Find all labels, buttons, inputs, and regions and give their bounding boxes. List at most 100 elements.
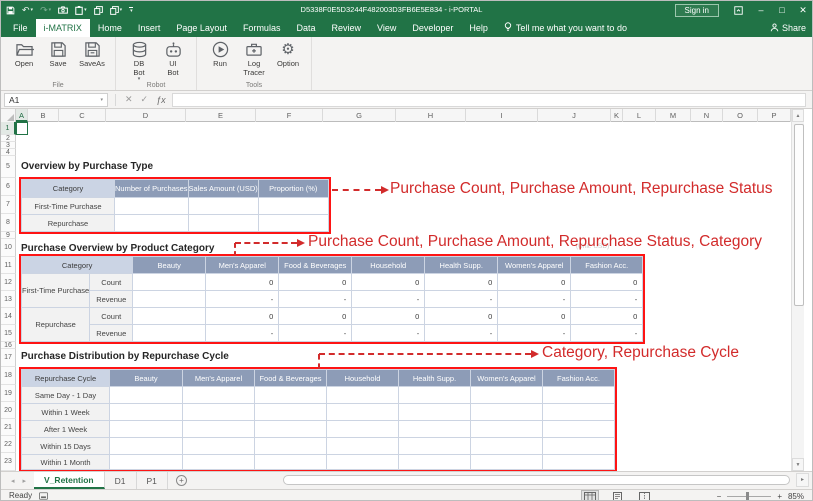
tab-home[interactable]: Home: [90, 19, 130, 37]
row-header[interactable]: 4: [1, 149, 16, 156]
column-header[interactable]: K: [611, 109, 623, 122]
row-label-cell[interactable]: Within 15 Days: [22, 438, 110, 455]
record-macro-icon[interactable]: [39, 492, 48, 501]
scroll-up-icon[interactable]: ▲: [792, 109, 804, 122]
column-header[interactable]: H: [396, 109, 466, 122]
sheet-tab-d1[interactable]: D1: [105, 472, 137, 489]
vertical-scrollbar[interactable]: ▲ ▼: [791, 109, 804, 471]
formula-input[interactable]: [172, 93, 806, 107]
ui-bot-button[interactable]: UI Bot: [157, 39, 189, 77]
log-tracer-button[interactable]: Log Tracer: [238, 39, 270, 77]
cell[interactable]: -: [206, 291, 279, 308]
cell[interactable]: [327, 438, 399, 455]
row-header[interactable]: 21: [1, 419, 16, 436]
row-label-cell[interactable]: First-Time Purchase: [22, 274, 90, 308]
cell[interactable]: [133, 308, 206, 325]
tab-formulas[interactable]: Formulas: [235, 19, 289, 37]
column-header-cell[interactable]: Fashion Acc.: [543, 370, 615, 387]
column-header[interactable]: P: [758, 109, 791, 122]
share-button[interactable]: Share: [770, 19, 806, 37]
row-header[interactable]: 19: [1, 385, 16, 402]
cell[interactable]: [255, 438, 327, 455]
tab-i-matrix[interactable]: i-MATRIX: [36, 19, 90, 37]
save-icon[interactable]: [6, 6, 15, 15]
next-sheet-icon[interactable]: ▸: [23, 477, 27, 485]
column-header[interactable]: O: [723, 109, 758, 122]
column-header-cell[interactable]: Number of Purchases: [115, 180, 189, 198]
column-header-cell[interactable]: Health Supp.: [425, 257, 498, 274]
cell[interactable]: [399, 421, 471, 438]
vertical-scrollbar-thumb[interactable]: [794, 124, 804, 306]
cell[interactable]: 0: [279, 308, 352, 325]
tab-file[interactable]: File: [1, 19, 36, 37]
cell[interactable]: -: [571, 325, 643, 342]
row-label-cell[interactable]: Revenue: [90, 325, 133, 342]
cell[interactable]: [471, 421, 543, 438]
cell[interactable]: [183, 421, 255, 438]
column-header-cell[interactable]: Category: [22, 180, 115, 198]
row-header[interactable]: 8: [1, 214, 16, 232]
cell[interactable]: -: [571, 291, 643, 308]
zoom-slider[interactable]: [727, 496, 771, 497]
row-header[interactable]: 6: [1, 178, 16, 196]
cell[interactable]: [471, 404, 543, 421]
cell[interactable]: [471, 387, 543, 404]
row-label-cell[interactable]: First-Time Purchase: [22, 198, 115, 215]
cell[interactable]: [133, 274, 206, 291]
row-label-cell[interactable]: Count: [90, 308, 133, 325]
cell[interactable]: [188, 198, 258, 215]
cell[interactable]: [133, 291, 206, 308]
cell[interactable]: [327, 387, 399, 404]
redo-icon[interactable]: ↷▾: [40, 6, 51, 15]
cell[interactable]: 0: [352, 274, 425, 291]
cell[interactable]: -: [425, 325, 498, 342]
cell[interactable]: 0: [425, 274, 498, 291]
run-button[interactable]: Run: [204, 39, 236, 69]
cell[interactable]: [183, 387, 255, 404]
cell[interactable]: [399, 438, 471, 455]
tab-page-layout[interactable]: Page Layout: [168, 19, 235, 37]
row-header[interactable]: 10: [1, 239, 16, 257]
cell[interactable]: 0: [352, 308, 425, 325]
cancel-icon[interactable]: ✕: [125, 94, 133, 105]
column-header[interactable]: N: [691, 109, 723, 122]
row-label-cell[interactable]: Count: [90, 274, 133, 291]
cell[interactable]: -: [498, 325, 571, 342]
cell[interactable]: [255, 387, 327, 404]
cell[interactable]: [543, 455, 615, 470]
save-as-button[interactable]: SaveAs: [76, 39, 108, 69]
tab-help[interactable]: Help: [461, 19, 496, 37]
row-header[interactable]: 11: [1, 257, 16, 274]
column-header-cell[interactable]: Women's Apparel: [498, 257, 571, 274]
prev-sheet-icon[interactable]: ◂: [11, 477, 15, 485]
cell[interactable]: [327, 455, 399, 470]
column-header-cell[interactable]: Men's Apparel: [183, 370, 255, 387]
tab-data[interactable]: Data: [288, 19, 323, 37]
row-header[interactable]: 13: [1, 291, 16, 308]
row-label-cell[interactable]: Repurchase: [22, 215, 115, 232]
cell[interactable]: [399, 455, 471, 470]
row-header[interactable]: 22: [1, 436, 16, 453]
enter-icon[interactable]: ✓: [141, 94, 149, 105]
insert-function-icon[interactable]: ƒx: [156, 95, 166, 105]
zoom-level[interactable]: 85%: [788, 492, 804, 501]
column-header-cell[interactable]: Men's Apparel: [206, 257, 279, 274]
column-header-cell[interactable]: Household: [327, 370, 399, 387]
cell[interactable]: [255, 421, 327, 438]
column-header[interactable]: J: [538, 109, 611, 122]
page-break-preview-icon[interactable]: [637, 491, 652, 501]
column-header-cell[interactable]: Beauty: [133, 257, 206, 274]
row-header[interactable]: 18: [1, 367, 16, 385]
cell[interactable]: -: [352, 325, 425, 342]
cell[interactable]: [471, 438, 543, 455]
column-header[interactable]: I: [466, 109, 538, 122]
row-header[interactable]: 5: [1, 156, 16, 178]
select-all-corner[interactable]: [1, 109, 16, 122]
row-header[interactable]: 2: [1, 135, 16, 142]
column-header-cell[interactable]: Proportion (%): [258, 180, 328, 198]
cell[interactable]: [110, 404, 183, 421]
column-header-cell[interactable]: Beauty: [110, 370, 183, 387]
column-header-cell[interactable]: Women's Apparel: [471, 370, 543, 387]
row-header[interactable]: 9: [1, 232, 16, 239]
cell[interactable]: [258, 198, 328, 215]
